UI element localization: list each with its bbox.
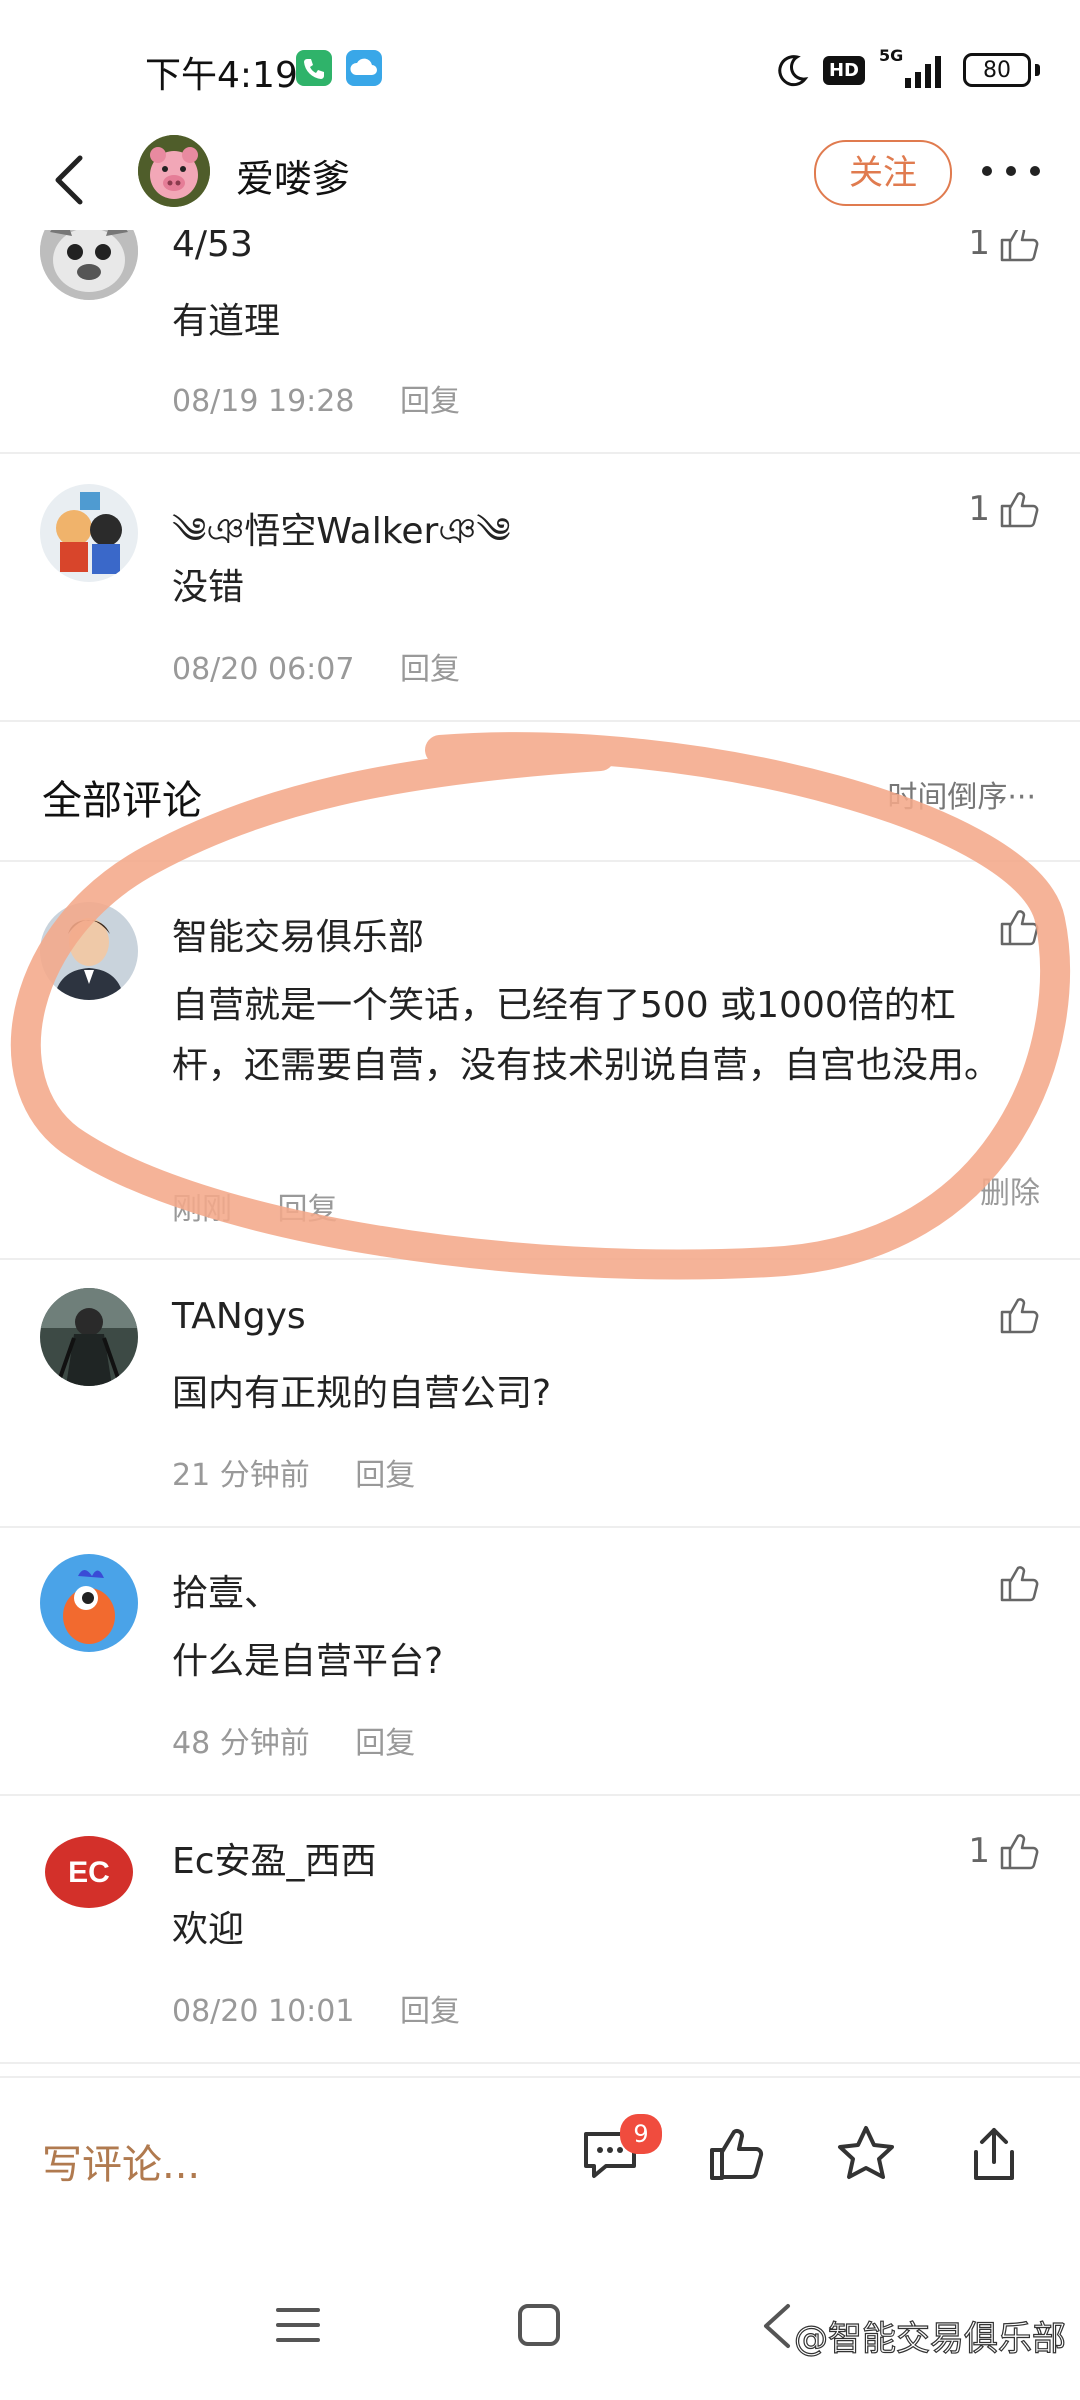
status-right-group: HD 5G 80 [773,48,1040,90]
favorite-button[interactable] [834,2122,898,2186]
like-button[interactable]: 1 [968,1830,1040,1872]
like-button[interactable]: 1 [968,230,1040,264]
header-username[interactable]: 爱喽爹 [236,148,350,203]
comment-time: 48 分钟前 [172,1726,310,1761]
comment-text: 有道理 [172,301,281,342]
thumbs-up-icon [1000,230,1039,262]
comment-text: 什么是自营平台? [172,1641,444,1682]
like-count: 1 [968,489,990,529]
comment-meta: 21 分钟前 回复 [172,1450,451,1494]
comment-author[interactable]: TANgys [172,1296,306,1337]
write-comment-input[interactable]: 写评论... [42,2132,200,2190]
comment-count-badge: 9 [620,2114,662,2154]
reply-button[interactable]: 回复 [355,1726,415,1761]
battery-tip [1035,64,1040,76]
comment-avatar[interactable] [40,1554,138,1652]
top-header: 爱喽爹 关注 [0,130,1080,230]
watermark-text: @智能交易俱乐部 [793,2318,1066,2359]
comment-item: EC Ec安盈_西西 1 欢迎 08/20 10:01 回复 [0,1796,1080,2064]
status-time: 下午4:19 [145,55,298,96]
status-bar: 下午4:19 HD 5G 80 [0,0,1080,130]
thumbs-up-icon [1000,1834,1039,1870]
bottom-action-bar: 写评论... 9 [0,2076,1080,2238]
comment-item-highlighted: 智能交易俱乐部 自营就是一个笑话，已经有了500 或1000倍的杠杆，还需要自营… [0,862,1080,1260]
like-button[interactable] [990,1294,1040,1336]
user-avatar[interactable] [138,135,210,207]
comment-text: 欢迎 [172,1909,245,1950]
svg-text:EC: EC [68,1856,110,1889]
comment-author[interactable]: Ec安盈_西西 [172,1832,377,1884]
comment-time: 08/20 10:01 [172,1994,355,2029]
comment-time: 21 分钟前 [172,1458,310,1493]
comment-text: 自营就是一个笑话，已经有了500 或1000倍的杠杆，还需要自营，没有技术别说自… [172,985,1001,1086]
back-button[interactable] [40,148,100,212]
comment-item: TANgys 国内有正规的自营公司? 21 分钟前 回复 [0,1260,1080,1528]
system-nav-bar: @智能交易俱乐部 [0,2236,1080,2400]
comment-avatar[interactable] [40,484,138,582]
comment-time: 08/20 06:07 [172,652,355,687]
sort-order-button[interactable]: 时间倒序··· [887,772,1036,816]
thumbs-up-icon [1000,1298,1039,1334]
follow-button[interactable]: 关注 [814,140,952,206]
comment-item: 4/53 1 有道理 08/19 19:28 回复 [0,230,1080,454]
comment-author[interactable]: 拾壹、 [172,1564,280,1616]
reply-button[interactable]: 回复 [400,652,460,687]
comment-meta: 刚刚 回复 [172,1184,374,1228]
moon-icon [778,55,809,87]
comment-avatar[interactable] [40,230,138,300]
reply-button[interactable]: 回复 [400,384,460,419]
battery-indicator: 80 [963,53,1031,87]
reply-button[interactable]: 回复 [278,1192,338,1227]
like-count: 1 [968,1831,990,1871]
comment-meta: 08/19 19:28 回复 [172,376,496,420]
like-post-button[interactable] [706,2122,770,2186]
more-options-button[interactable] [978,144,1044,194]
signal-icon: 5G [879,48,949,90]
all-comments-header: 全部评论 时间倒序··· [0,720,1080,862]
comment-time: 08/19 19:28 [172,384,355,419]
share-button[interactable] [962,2122,1026,2186]
comment-avatar[interactable]: EC [40,1822,138,1920]
comment-meta: 08/20 10:01 回复 [172,1986,496,2030]
chevron-left-icon [55,155,83,205]
menu-lines-icon [276,2308,320,2342]
comment-avatar[interactable] [40,1288,138,1386]
comment-author[interactable]: 4/53 [172,230,253,265]
delete-button[interactable]: 删除 [980,1168,1040,1212]
thumbs-up-icon [1000,492,1039,528]
comment-item: ༄ঞ悟空Walkerঞ༄ 1 没错 08/20 06:07 回复 [0,454,1080,722]
thumbs-up-icon [1000,1566,1039,1602]
cloud-app-icon [346,50,382,86]
star-icon [838,2126,894,2179]
like-button[interactable] [990,906,1040,948]
like-button[interactable]: 1 [968,488,1040,530]
like-button[interactable] [990,1562,1040,1604]
recent-apps-button[interactable] [268,2300,328,2350]
phone-app-icon [296,50,332,86]
share-icon [974,2128,1014,2180]
comment-meta: 08/20 06:07 回复 [172,644,496,688]
comment-text: 没错 [172,567,245,608]
comment-text: 国内有正规的自营公司? [172,1373,552,1414]
comment-item: 拾壹、 什么是自营平台? 48 分钟前 回复 [0,1528,1080,1796]
home-button[interactable] [508,2296,568,2356]
square-icon [518,2304,560,2346]
comment-author[interactable]: 智能交易俱乐部 [172,908,424,960]
section-title: 全部评论 [42,778,202,824]
thumbs-up-icon [1000,910,1039,946]
comment-meta: 48 分钟前 回复 [172,1718,451,1762]
reply-button[interactable]: 回复 [355,1458,415,1493]
comment-time: 刚刚 [172,1192,232,1227]
reply-button[interactable]: 回复 [400,1994,460,2029]
comment-avatar[interactable] [40,902,138,1000]
thumbs-up-icon [710,2129,764,2180]
hd-badge: HD [822,55,865,85]
like-count: 1 [968,230,990,263]
